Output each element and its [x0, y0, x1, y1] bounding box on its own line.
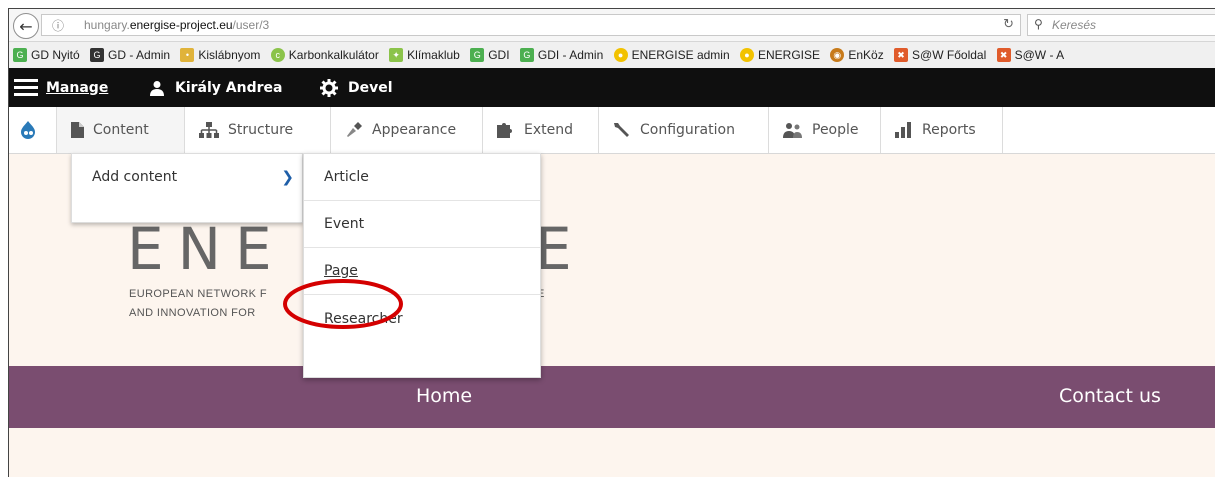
- sitemap-icon: [199, 122, 219, 138]
- main-navigation: Home Contact us: [9, 366, 1215, 428]
- tab-configuration-label: Configuration: [640, 122, 735, 138]
- menu-item-add-content[interactable]: Add content ❯: [72, 154, 304, 200]
- wrench-icon: [614, 123, 629, 137]
- gdi-icon: G: [470, 48, 485, 62]
- devel-button[interactable]: Devel: [320, 68, 393, 107]
- search-placeholder: Keresés: [1052, 18, 1097, 32]
- event-label: Event: [324, 216, 365, 232]
- browser-url-bar: ← ⓘ hungary.energise-project.eu/user/3 ↻…: [9, 9, 1215, 42]
- search-icon: ⚲: [1034, 17, 1043, 31]
- info-icon[interactable]: ⓘ: [52, 17, 64, 34]
- tab-appearance[interactable]: Appearance: [331, 107, 483, 153]
- tab-content-label: Content: [93, 122, 149, 138]
- tab-appearance-label: Appearance: [372, 122, 457, 138]
- reload-icon[interactable]: ↻: [1003, 17, 1014, 32]
- highlight-circle-annotation: [283, 279, 403, 329]
- bookmark-saw-fooldal[interactable]: ✖ S@W Főoldal: [894, 42, 986, 68]
- bulb-icon: ●: [613, 48, 628, 62]
- gear-icon: [320, 78, 338, 97]
- chevron-right-icon: ❯: [281, 168, 294, 186]
- bookmark-gd-admin[interactable]: G GD - Admin: [90, 42, 170, 68]
- tab-reports[interactable]: Reports: [881, 107, 1003, 153]
- address-text: hungary.energise-project.eu/user/3: [84, 18, 270, 32]
- tab-reports-label: Reports: [922, 122, 976, 138]
- menu-item-event[interactable]: Event: [304, 201, 540, 248]
- admin-tray: Content Structure Appearance Extend Conf…: [9, 107, 1215, 154]
- hamburger-icon: [14, 78, 38, 97]
- drupal-drop-icon: [21, 121, 35, 139]
- bookmark-saw-a[interactable]: ✖ S@W - A: [996, 42, 1064, 68]
- people-icon: [783, 123, 802, 138]
- manage-label: Manage: [46, 79, 109, 96]
- content-dropdown-menu: Add content ❯: [71, 153, 303, 223]
- site-logo-text: ENE: [127, 215, 286, 283]
- enkoz-icon: ◉: [830, 48, 845, 62]
- bookmark-kislabnyom[interactable]: • Kislábnyom: [180, 42, 260, 68]
- footprint-icon: •: [180, 48, 195, 62]
- tab-extend-label: Extend: [524, 122, 573, 138]
- bookmark-klimaklub[interactable]: ✦ Klímaklub: [389, 42, 460, 68]
- bookmark-gd-nyito[interactable]: G GD Nyitó: [13, 42, 80, 68]
- back-arrow-icon[interactable]: ←: [13, 13, 39, 39]
- drupal-home-link[interactable]: [9, 107, 57, 153]
- bookmark-gdi[interactable]: G GDI: [470, 42, 510, 68]
- bulb-icon: ●: [739, 48, 754, 62]
- gd-admin-icon: G: [90, 48, 105, 62]
- bar-chart-icon: [895, 122, 911, 138]
- tab-extend[interactable]: Extend: [483, 107, 599, 153]
- tab-structure-label: Structure: [228, 122, 294, 138]
- site-tagline-line1: EUROPEAN NETWORK F: [129, 288, 267, 300]
- puzzle-icon: [497, 123, 512, 138]
- bookmark-karbonkalkulator[interactable]: c Karbonkalkulátor: [270, 42, 379, 68]
- search-field[interactable]: ⚲ Keresés: [1027, 14, 1215, 36]
- bookmark-enkoz[interactable]: ◉ EnKöz: [830, 42, 884, 68]
- saw-icon: ✖: [996, 48, 1011, 62]
- bookmark-energise-admin[interactable]: ● ENERGISE admin: [613, 42, 730, 68]
- bookmark-energise[interactable]: ● ENERGISE: [739, 42, 820, 68]
- menu-item-article[interactable]: Article: [304, 154, 540, 201]
- browser-window: ← ⓘ hungary.energise-project.eu/user/3 ↻…: [8, 8, 1215, 477]
- paintbrush-icon: [347, 122, 362, 137]
- add-content-label: Add content: [92, 169, 178, 185]
- bookmark-gdi-admin[interactable]: G GDI - Admin: [519, 42, 603, 68]
- bookmarks-bar: G GD Nyitó G GD - Admin • Kislábnyom c Karbo…: [9, 42, 1215, 69]
- co2-icon: c: [270, 48, 285, 62]
- user-name: Király Andrea: [175, 79, 283, 96]
- devel-label: Devel: [348, 79, 393, 96]
- tab-structure[interactable]: Structure: [185, 107, 331, 153]
- saw-icon: ✖: [894, 48, 909, 62]
- user-icon: [150, 80, 164, 96]
- manage-button[interactable]: Manage: [14, 68, 108, 107]
- tab-people-label: People: [812, 122, 859, 138]
- document-icon: [71, 122, 84, 138]
- user-button[interactable]: Király Andrea: [149, 68, 282, 107]
- nav-home-link[interactable]: Home: [416, 385, 472, 407]
- gd-icon: G: [13, 48, 27, 62]
- leaf-icon: ✦: [389, 48, 404, 62]
- add-content-submenu: Article Event Page Researcher: [303, 153, 541, 378]
- tab-people[interactable]: People: [769, 107, 881, 153]
- tab-configuration[interactable]: Configuration: [599, 107, 769, 153]
- address-field[interactable]: ⓘ hungary.energise-project.eu/user/3 ↻: [41, 14, 1021, 36]
- article-label: Article: [324, 169, 369, 185]
- admin-toolbar: Manage Király Andrea Devel: [9, 68, 1215, 107]
- nav-contact-link[interactable]: Contact us: [1059, 385, 1161, 407]
- site-tagline-line2: AND INNOVATION FOR: [129, 307, 256, 319]
- tab-content[interactable]: Content: [57, 107, 185, 153]
- gdi-admin-icon: G: [519, 48, 534, 62]
